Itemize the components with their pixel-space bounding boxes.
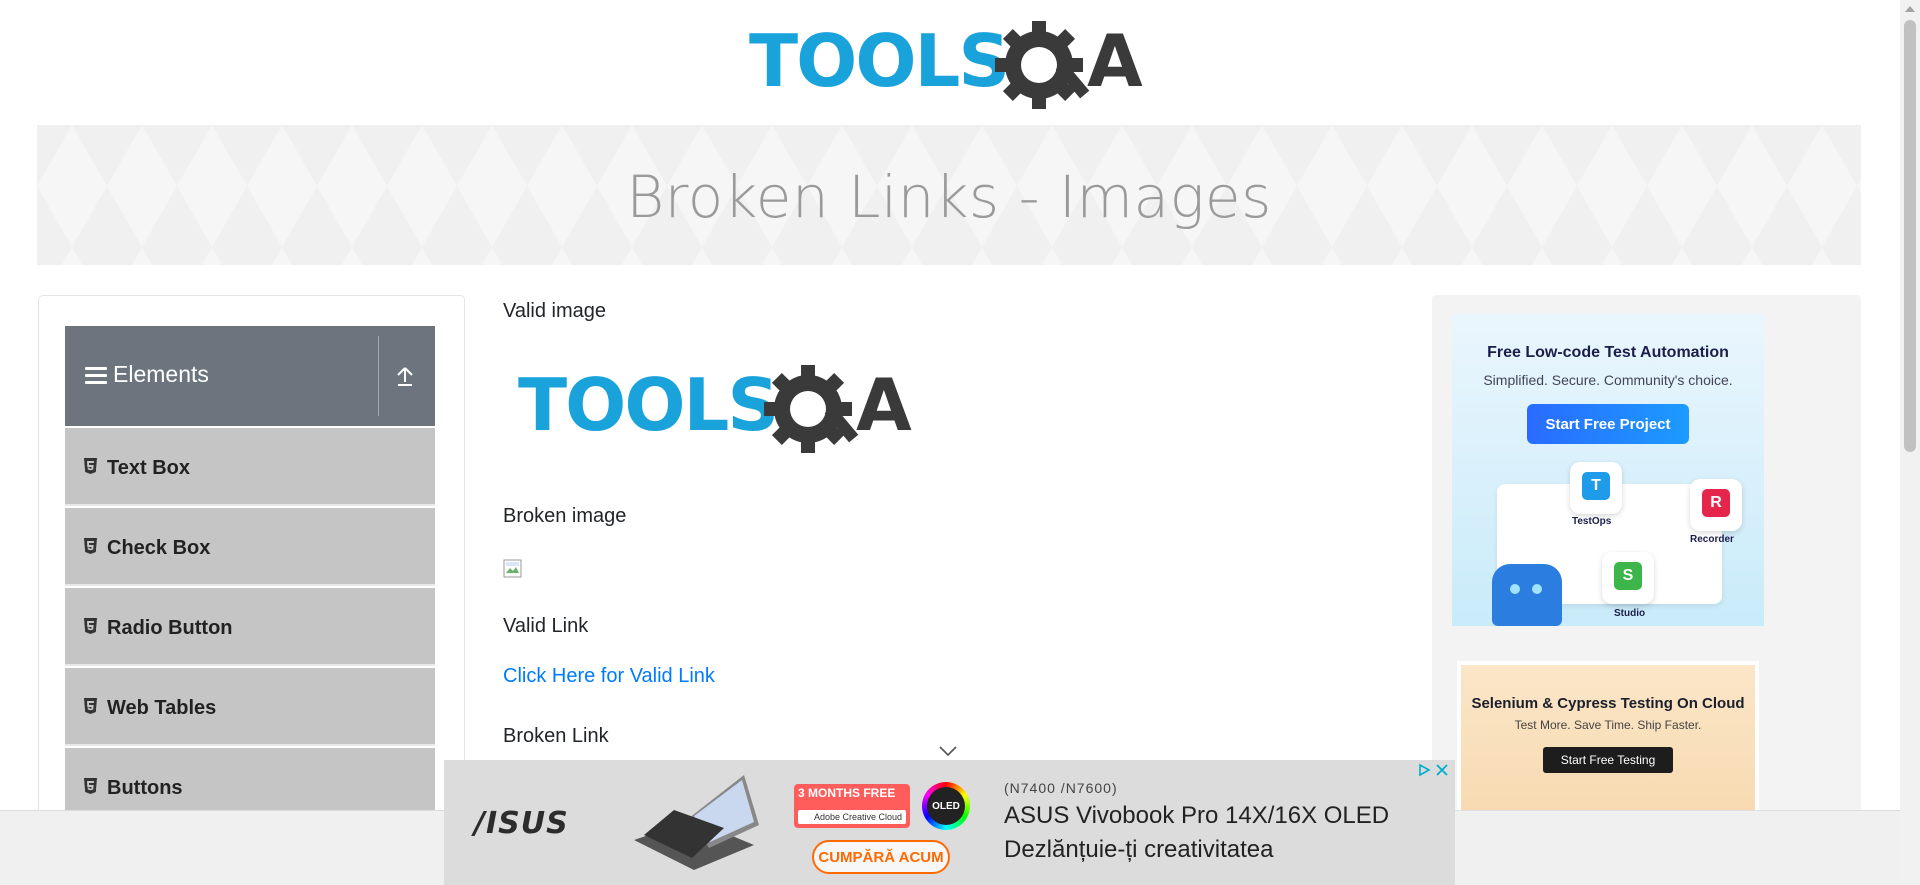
ad-headline: Free Low-code Test Automation	[1487, 344, 1729, 361]
html5-icon	[84, 618, 97, 634]
ad-model-text: (N7400 /N7600)	[1004, 780, 1118, 796]
ad-headline: Selenium & Cypress Testing On Cloud	[1471, 695, 1745, 712]
scroll-up-arrow-icon[interactable]	[1905, 6, 1915, 12]
valid-link-label: Valid Link	[503, 615, 589, 637]
html5-icon	[84, 778, 97, 794]
katalon-ad[interactable]: Free Low-code Test Automation Simplified…	[1452, 314, 1764, 626]
group-title: Elements	[113, 361, 209, 387]
sidebar-item-label: Buttons	[107, 777, 183, 799]
tile-caption: Studio	[1614, 608, 1646, 619]
logo-text-a: A	[1087, 19, 1143, 103]
elements-group-header[interactable]: Elements	[65, 326, 435, 426]
scrollbar-thumb[interactable]	[1904, 20, 1916, 452]
robot-illustration	[1492, 564, 1562, 626]
html5-icon	[84, 698, 97, 714]
sidebar-item-label: Check Box	[107, 537, 211, 559]
broken-image-label: Broken image	[503, 505, 627, 527]
sidebar-item-label: Text Box	[107, 457, 190, 479]
broken-image-icon	[503, 559, 522, 578]
buy-now-button[interactable]: CUMPĂRĂ ACUM	[812, 840, 950, 874]
sidebar-item-web-tables[interactable]: Web Tables	[65, 668, 435, 746]
testops-tile: T	[1570, 462, 1622, 514]
laptop-image	[634, 775, 759, 870]
start-free-project-button[interactable]: Start Free Project	[1527, 404, 1689, 444]
valid-image-label: Valid image	[503, 300, 607, 322]
adchoices-icon[interactable]	[1417, 763, 1431, 777]
studio-tile: S	[1602, 552, 1654, 604]
page-banner: Broken Links - Images	[37, 125, 1861, 265]
asus-banner-ad[interactable]: /ISUS 3 MONTHS FREE Adobe Creative Cloud…	[444, 760, 1455, 885]
html5-icon	[84, 458, 97, 474]
sidebar-item-label: Web Tables	[107, 697, 217, 719]
valid-link[interactable]: Click Here for Valid Link	[503, 665, 715, 688]
left-sidebar: Elements Text Box Check Box Radio Button…	[38, 295, 465, 885]
gear-icon	[995, 21, 1090, 109]
svg-text:A: A	[856, 363, 912, 447]
page-scrollbar[interactable]	[1900, 0, 1920, 885]
sidebar-item-label: Radio Button	[107, 617, 233, 639]
collapse-arrow-icon[interactable]	[393, 364, 417, 388]
tile-caption: TestOps	[1572, 516, 1612, 527]
logo-text-tools: TOOLS	[749, 19, 1008, 103]
sidebar-item-text-box[interactable]: Text Box	[65, 428, 435, 506]
ad-tagline: Dezlănțuie-ți creativitatea	[1004, 836, 1274, 863]
page-title: Broken Links - Images	[626, 163, 1272, 231]
sidebar-item-check-box[interactable]: Check Box	[65, 508, 435, 586]
html5-icon	[84, 538, 97, 554]
adobe-promo-badge: 3 MONTHS FREE Adobe Creative Cloud	[794, 784, 910, 828]
broken-link-label: Broken Link	[503, 725, 609, 747]
chevron-down-icon[interactable]	[938, 745, 958, 757]
valid-image: TOOLS A	[518, 362, 924, 457]
promo-line-1: 3 MONTHS FREE	[798, 786, 896, 800]
ad-title: ASUS Vivobook Pro 14X/16X OLED	[1004, 802, 1390, 829]
sidebar-item-radio-button[interactable]: Radio Button	[65, 588, 435, 666]
tile-caption: Recorder	[1690, 534, 1734, 545]
promo-line-2: Adobe Creative Cloud	[798, 810, 906, 824]
gear-icon	[764, 365, 859, 453]
ad-subline: Simplified. Secure. Community's choice.	[1483, 372, 1733, 388]
oled-badge: OLED	[922, 782, 970, 830]
toolsqa-logo[interactable]: TOOLS A	[749, 18, 1155, 113]
recorder-tile: R	[1690, 479, 1742, 531]
start-free-testing-button[interactable]: Start Free Testing	[1543, 747, 1673, 773]
header-divider	[378, 336, 379, 416]
svg-text:TOOLS: TOOLS	[518, 363, 777, 447]
ad-subline: Test More. Save Time. Ship Faster.	[1514, 718, 1702, 732]
hamburger-icon	[85, 367, 107, 385]
asus-logo: /ISUS	[474, 806, 569, 841]
close-icon[interactable]	[1435, 763, 1449, 777]
